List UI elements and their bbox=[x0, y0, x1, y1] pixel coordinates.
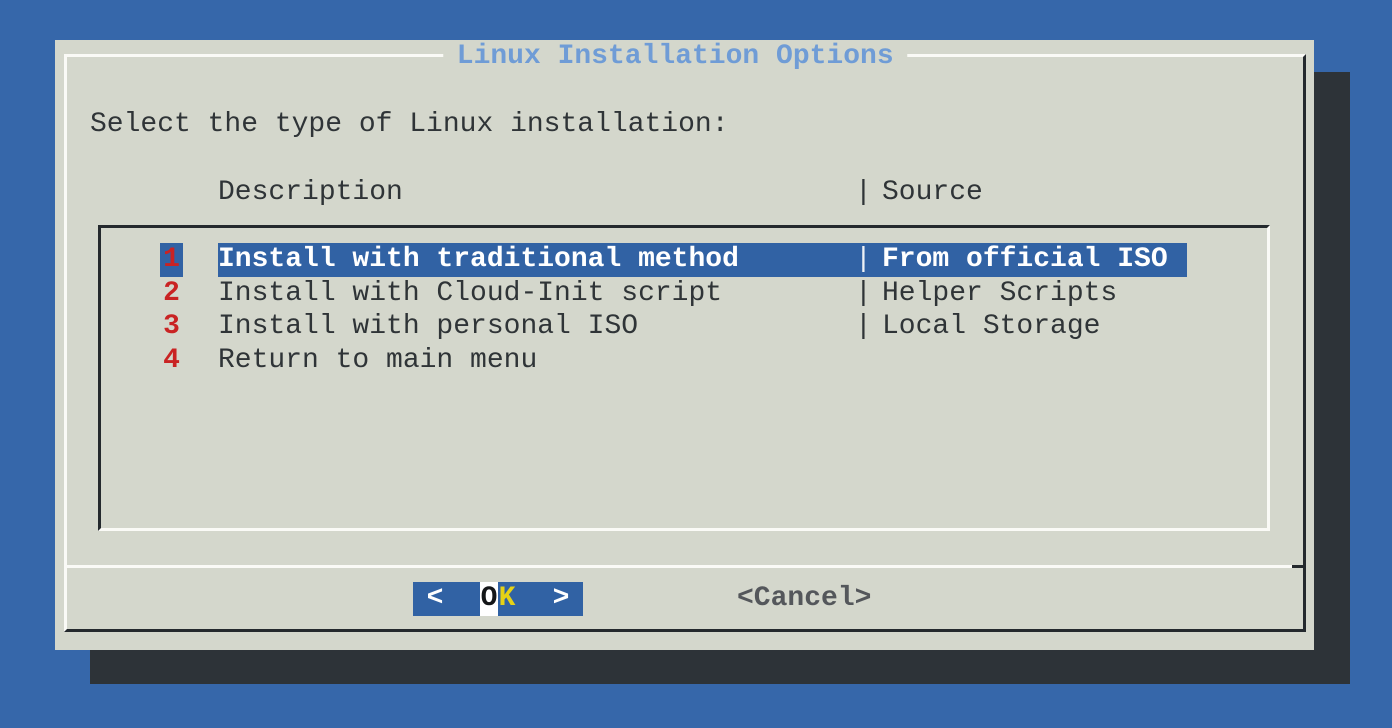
menu-item-description: Return to main menu bbox=[218, 344, 537, 378]
menu-item-row[interactable]: 2 Install with Cloud-Init script | Helpe… bbox=[101, 277, 1267, 311]
terminal-screen: { "palette": { "screen_bg": "#3667aa", "… bbox=[0, 0, 1392, 728]
cancel-button[interactable]: <Cancel> bbox=[737, 582, 871, 616]
ok-label-rest: K bbox=[498, 582, 516, 616]
menu-item-description: Install with Cloud-Init script bbox=[218, 277, 722, 311]
dialog-title: Linux Installation Options bbox=[443, 40, 908, 74]
menu-item-tag: 1 bbox=[160, 243, 183, 277]
menu-item-separator: | bbox=[855, 243, 872, 277]
ok-button-spacer bbox=[516, 582, 552, 616]
menu-item-tag: 3 bbox=[160, 310, 183, 344]
button-separator-cap bbox=[1292, 565, 1306, 568]
menu-item-row[interactable]: 3 Install with personal ISO | Local Stor… bbox=[101, 310, 1267, 344]
column-header-description: Description bbox=[218, 176, 403, 210]
menu-item-tag: 2 bbox=[160, 277, 183, 311]
menu-item-description: Install with personal ISO bbox=[218, 310, 638, 344]
column-headers: Description | Source bbox=[55, 176, 1314, 210]
menu-item-source: Helper Scripts bbox=[882, 277, 1117, 311]
dialog-window: Linux Installation Options Select the ty… bbox=[55, 40, 1314, 650]
ok-bracket-right: > bbox=[552, 582, 570, 616]
menu-item-tag: 4 bbox=[160, 344, 183, 378]
column-separator: | bbox=[855, 176, 872, 210]
menu-item-row[interactable]: 4 Return to main menu bbox=[101, 344, 1267, 378]
menu-item-row[interactable]: 1 Install with traditional method | From… bbox=[101, 243, 1267, 277]
menu-item-description: Install with traditional method bbox=[218, 243, 739, 277]
menu-item-separator: | bbox=[855, 277, 872, 311]
ok-button-cursor: O bbox=[480, 582, 498, 616]
ok-button[interactable]: < O K > bbox=[413, 582, 583, 616]
button-separator-line bbox=[64, 565, 1306, 568]
prompt-text: Select the type of Linux installation: bbox=[90, 108, 729, 142]
ok-button-spacer bbox=[444, 582, 480, 616]
menu-item-separator: | bbox=[855, 310, 872, 344]
menu-item-source: From official ISO bbox=[882, 243, 1168, 277]
ok-bracket-left: < bbox=[426, 582, 444, 616]
menu-item-source: Local Storage bbox=[882, 310, 1100, 344]
column-header-source: Source bbox=[882, 176, 983, 210]
menu-list: 1 Install with traditional method | From… bbox=[98, 225, 1270, 531]
